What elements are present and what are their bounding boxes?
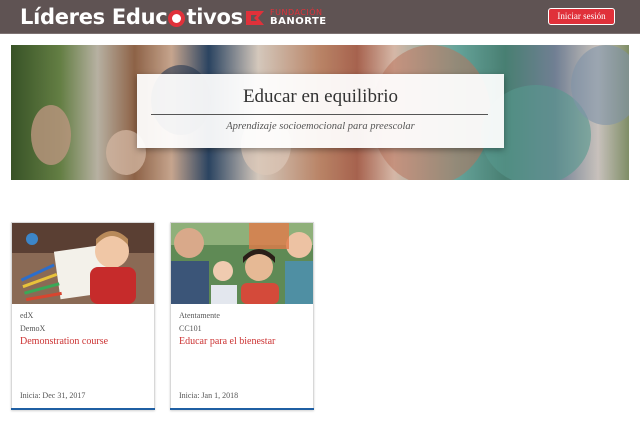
course-title-link[interactable]: Demonstration course — [20, 336, 108, 347]
hero-title: Educar en equilibrio — [242, 86, 399, 107]
logo-text-start: Líderes Educ — [20, 5, 168, 29]
course-org: edX — [20, 311, 34, 320]
hero-banner: Educar en equilibrio Aprendizaje socioem… — [11, 45, 629, 180]
course-code: DemoX — [20, 324, 46, 333]
course-thumbnail[interactable] — [12, 223, 154, 304]
course-org: Atentamente — [179, 311, 220, 320]
course-title-link[interactable]: Educar para el bienestar — [179, 336, 275, 347]
hero-subtitle: Aprendizaje socioemocional para preescol… — [226, 121, 415, 132]
partner-logo: FUNDACIÓN BANORTE — [244, 8, 327, 28]
signin-button[interactable]: Iniciar sesión — [548, 8, 615, 25]
course-card[interactable]: Atentamente CC101 Educar para el bienest… — [170, 222, 314, 410]
course-start-date: Inicia: Jan 1, 2018 — [179, 391, 239, 400]
banorte-mark-icon — [246, 11, 264, 25]
site-logo[interactable]: Líderes Educ tivos — [20, 2, 243, 32]
course-code: CC101 — [179, 324, 202, 333]
logo-text-end: tivos — [186, 5, 243, 29]
course-start-date: Inicia: Dec 31, 2017 — [20, 391, 86, 400]
course-card[interactable]: edX DemoX Demonstration course Inicia: D… — [11, 222, 155, 410]
hero-divider — [151, 114, 488, 115]
logo-o-icon — [168, 9, 186, 27]
hero-title-card: Educar en equilibrio Aprendizaje socioem… — [137, 74, 504, 148]
partner-line2: BANORTE — [270, 16, 327, 27]
course-thumbnail[interactable] — [171, 223, 313, 304]
site-header: Líderes Educ tivos FUNDACIÓN BANORTE Ini… — [0, 0, 640, 34]
